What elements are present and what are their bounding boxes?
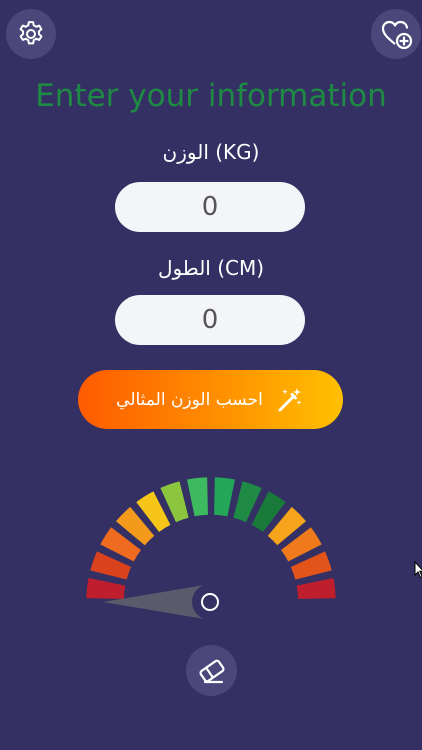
clear-button[interactable] xyxy=(186,645,237,696)
page-title: Enter your information xyxy=(35,78,387,114)
bmi-gauge xyxy=(83,474,339,620)
height-input[interactable] xyxy=(115,295,305,345)
favorites-button[interactable] xyxy=(371,9,421,59)
heart-plus-icon xyxy=(381,20,413,50)
height-label: الطول (CM) xyxy=(157,256,265,280)
weight-label: الوزن (KG) xyxy=(162,140,260,164)
gauge-segments xyxy=(83,474,339,602)
gear-icon xyxy=(19,21,43,45)
bmi-screen: Enter your information الوزن (KG) الطول … xyxy=(0,0,422,750)
settings-button[interactable] xyxy=(6,9,56,59)
calculate-ideal-weight-button[interactable]: احسب الوزن المثالي xyxy=(78,370,343,429)
calculate-button-label: احسب الوزن المثالي xyxy=(116,389,263,410)
magic-wand-icon xyxy=(278,387,302,411)
mouse-cursor xyxy=(414,561,422,579)
weight-input[interactable] xyxy=(115,182,305,232)
eraser-icon xyxy=(198,659,225,683)
